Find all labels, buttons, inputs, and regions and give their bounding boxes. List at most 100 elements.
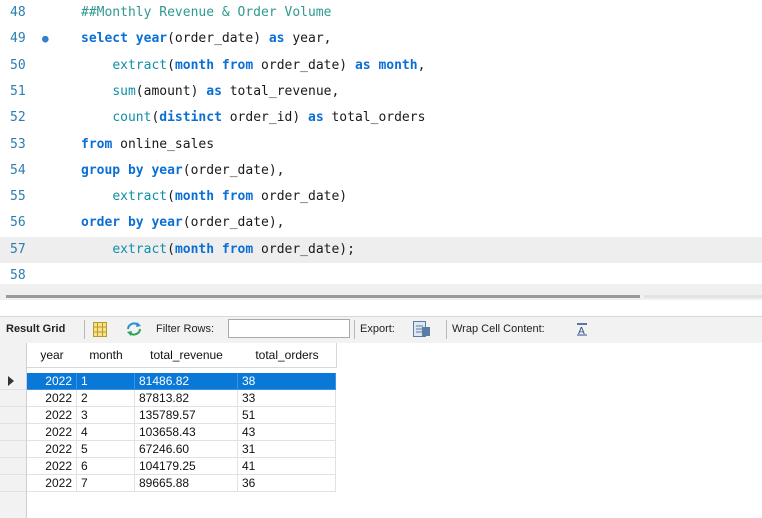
code-text: from online_sales	[81, 132, 214, 158]
wrap-cell-content-label: Wrap Cell Content:	[452, 323, 545, 335]
column-header-total-orders[interactable]: total_orders	[238, 343, 337, 368]
sql-keyword: from	[221, 189, 254, 205]
table-cell-total-orders[interactable]: 43	[238, 424, 336, 441]
table-cell-total-orders[interactable]: 31	[238, 441, 336, 458]
sql-keyword: as	[206, 83, 222, 99]
filter-rows-label: Filter Rows:	[156, 323, 215, 335]
code-line[interactable]: 55 extract(month from order_date)	[0, 184, 762, 210]
table-cell-month[interactable]: 7	[77, 475, 135, 492]
table-row[interactable]: 2022 2 87813.82 33	[0, 390, 762, 407]
column-header-year[interactable]: year	[27, 343, 78, 368]
table-cell-total-orders[interactable]: 41	[238, 458, 336, 475]
code-text: select year(order_date) as year,	[81, 26, 331, 52]
row-header[interactable]	[0, 373, 26, 390]
line-number: 55	[10, 189, 26, 205]
code-line[interactable]: 54 group by year(order_date),	[0, 158, 762, 184]
row-header[interactable]	[0, 390, 26, 407]
table-cell-total-orders[interactable]: 51	[238, 407, 336, 424]
editor-horizontal-scrollbar[interactable]	[0, 284, 762, 300]
column-header-month[interactable]: month	[77, 343, 136, 368]
table-row[interactable]: 2022 7 89665.88 36	[0, 475, 762, 492]
table-cell-month[interactable]: 5	[77, 441, 135, 458]
code-line[interactable]: 49 ● select year(order_date) as year,	[0, 26, 762, 52]
table-cell-total-revenue[interactable]: 135789.57	[135, 407, 238, 424]
code-line[interactable]: 50 extract(month from order_date) as mon…	[0, 53, 762, 79]
table-cell-total-orders[interactable]: 33	[238, 390, 336, 407]
sql-keyword: select	[81, 31, 136, 47]
sql-keyword: month	[378, 57, 418, 73]
code-line[interactable]: 52 count(distinct order_id) as total_ord…	[0, 105, 762, 131]
code-line[interactable]: 51 sum(amount) as total_revenue,	[0, 79, 762, 105]
row-header[interactable]	[0, 475, 26, 492]
row-header[interactable]	[0, 458, 26, 475]
table-cell-year[interactable]: 2022	[27, 475, 77, 492]
sql-function: extract	[112, 189, 168, 205]
row-header[interactable]	[0, 441, 26, 458]
refresh-arrows-icon[interactable]	[125, 321, 143, 340]
table-cell-month[interactable]: 2	[77, 390, 135, 407]
table-row[interactable]: 2022 6 104179.25 41	[0, 458, 762, 475]
toolbar-separator	[446, 320, 447, 339]
table-cell-month[interactable]: 3	[77, 407, 135, 424]
sql-text: order_date);	[253, 241, 355, 257]
table-cell-year[interactable]: 2022	[27, 407, 77, 424]
table-cell-year[interactable]: 2022	[27, 424, 77, 441]
table-cell-total-revenue[interactable]: 104179.25	[135, 458, 238, 475]
table-cell-total-revenue[interactable]: 103658.43	[135, 424, 238, 441]
code-text: sum(amount) as total_revenue,	[81, 79, 339, 105]
sql-text: total_revenue,	[221, 83, 340, 99]
sql-comment: ##Monthly Revenue & Order Volume	[81, 5, 332, 20]
table-row[interactable]: 2022 4 103658.43 43	[0, 424, 762, 441]
table-cell-year[interactable]: 2022	[27, 441, 77, 458]
table-row[interactable]: 2022 1 81486.82 38	[0, 373, 762, 390]
table-cell-year[interactable]: 2022	[27, 390, 77, 407]
table-row[interactable]: 2022 3 135789.57 51	[0, 407, 762, 424]
row-header[interactable]	[0, 407, 26, 424]
table-cell-total-orders[interactable]: 36	[238, 475, 336, 492]
code-line[interactable]: 48 ##Monthly Revenue & Order Volume	[0, 0, 762, 26]
result-grid-tab[interactable]: Result Grid	[6, 323, 65, 335]
wrap-text-icon[interactable]: A	[576, 322, 588, 339]
result-toolbar: Result Grid Filter Rows: Export: Wrap Ce…	[0, 316, 762, 344]
sql-text: order_id)	[221, 110, 308, 126]
code-line[interactable]: 53 from online_sales	[0, 132, 762, 158]
code-text: order by year(order_date),	[81, 210, 285, 236]
sql-keyword: group by	[81, 162, 144, 178]
table-cell-total-orders[interactable]: 38	[238, 373, 336, 390]
scrollbar-thumb[interactable]	[6, 295, 640, 298]
row-header[interactable]	[0, 424, 26, 441]
sql-text: (order_date),	[182, 162, 285, 178]
table-cell-month[interactable]: 1	[77, 373, 135, 390]
table-cell-total-revenue[interactable]: 67246.60	[135, 441, 238, 458]
code-text: extract(month from order_date)	[81, 184, 347, 210]
sql-editor[interactable]: 48 ##Monthly Revenue & Order Volume 49 ● sel…	[0, 0, 762, 284]
code-line[interactable]: 56 order by year(order_date),	[0, 210, 762, 236]
table-cell-total-revenue[interactable]: 81486.82	[135, 373, 238, 390]
table-cell-month[interactable]: 6	[77, 458, 135, 475]
scrollbar-track-remainder	[644, 295, 762, 298]
table-cell-total-revenue[interactable]: 89665.88	[135, 475, 238, 492]
sql-text: (	[167, 189, 175, 205]
grid-view-icon[interactable]	[93, 322, 107, 340]
table-cell-total-revenue[interactable]: 87813.82	[135, 390, 238, 407]
code-line[interactable]: 57 extract(month from order_date);	[0, 236, 762, 263]
export-icon[interactable]	[413, 321, 431, 340]
line-number: 57	[10, 241, 26, 257]
filter-rows-input[interactable]	[228, 319, 350, 338]
sql-keyword: from	[221, 57, 254, 73]
table-cell-month[interactable]: 4	[77, 424, 135, 441]
sql-function: count	[112, 110, 152, 126]
line-number: 48	[10, 5, 26, 20]
table-cell-year[interactable]: 2022	[27, 458, 77, 475]
sql-keyword: from	[221, 241, 254, 257]
sql-keyword: year	[151, 215, 183, 231]
sql-text: (order_date)	[167, 31, 269, 47]
result-grid[interactable]: year month total_revenue total_orders 2022 1 8…	[0, 343, 762, 518]
table-row[interactable]: 2022 5 67246.60 31	[0, 441, 762, 458]
table-cell-year[interactable]: 2022	[27, 373, 77, 390]
statement-marker-icon[interactable]: ●	[42, 26, 49, 52]
column-header-total-revenue[interactable]: total_revenue	[135, 343, 239, 368]
